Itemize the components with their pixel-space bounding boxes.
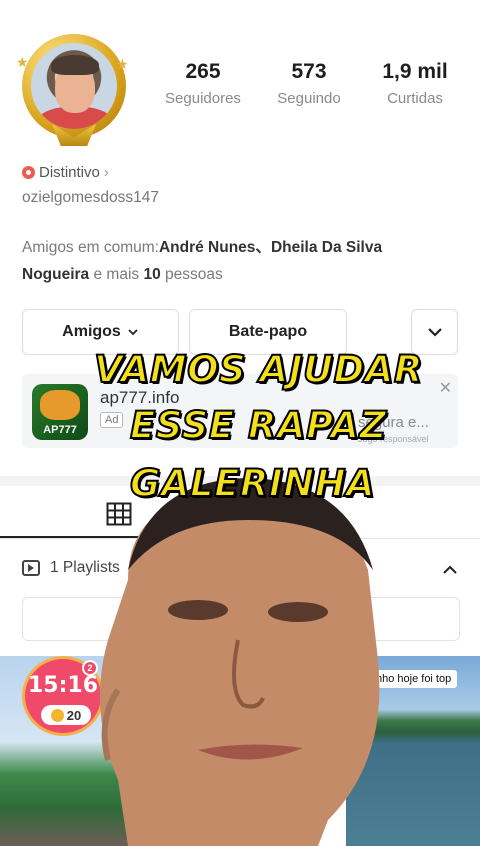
stat-value: 573 xyxy=(291,60,327,83)
mutual-prefix: Amigos em comum: xyxy=(22,239,159,256)
profile-stats: 265 Seguidores 573 Seguindo 1,9 mil Curt… xyxy=(150,58,468,107)
avatar[interactable]: ★ ★ xyxy=(14,28,134,146)
overlay-caption-line: VAMOS AJUDAR xyxy=(93,347,423,392)
username: ozielgomesdoss147 xyxy=(22,189,160,206)
badge-link[interactable]: Distintivo › xyxy=(22,164,109,181)
badge-icon xyxy=(22,166,35,179)
ad-tag: Ad xyxy=(100,412,124,428)
mutual-suffix: pessoas xyxy=(160,266,223,283)
coin-counter: 20 xyxy=(41,705,91,725)
stat-following[interactable]: 573 Seguindo xyxy=(256,58,362,107)
stat-followers[interactable]: 265 Seguidores xyxy=(150,58,256,107)
stat-label: Seguindo xyxy=(277,90,341,107)
mutual-mid: e mais xyxy=(89,266,144,283)
friends-button-label: Amigos xyxy=(62,323,121,340)
tiger-icon xyxy=(40,390,80,420)
stat-label: Curtidas xyxy=(387,90,443,107)
star-icon: ★ xyxy=(16,54,29,70)
mutual-count: 10 xyxy=(143,266,161,283)
coin-icon xyxy=(50,708,64,722)
stat-value: 1,9 mil xyxy=(382,60,448,83)
ad-logo: AP777 xyxy=(32,384,88,440)
stat-label: Seguidores xyxy=(165,90,241,107)
badge-label: Distintivo xyxy=(39,164,100,181)
ad-logo-text: AP777 xyxy=(43,424,77,436)
stat-value: 265 xyxy=(185,60,221,83)
mutual-separator: 、 xyxy=(255,239,271,256)
chevron-right-icon: › xyxy=(103,164,109,181)
chat-button-label: Bate-papo xyxy=(228,323,308,340)
stat-likes[interactable]: 1,9 mil Curtidas xyxy=(362,58,468,107)
mutual-friends[interactable]: Amigos em comum:André Nunes、Dheila Da Si… xyxy=(22,234,442,288)
close-icon[interactable]: ✕ xyxy=(439,378,452,398)
playlist-icon xyxy=(22,560,40,576)
coin-count: 20 xyxy=(66,707,82,723)
chevron-down-icon xyxy=(128,329,138,336)
chevron-up-icon[interactable] xyxy=(440,560,460,580)
chevron-down-icon xyxy=(427,328,442,337)
avatar-hair xyxy=(51,55,99,75)
overlay-caption-line: ESSE RAPAZ xyxy=(129,403,387,448)
profile-page: ★ ★ 265 Seguidores 573 Seguindo 1,9 mil … xyxy=(0,0,480,846)
star-icon: ★ xyxy=(116,56,129,72)
overlay-person-photo xyxy=(100,478,380,846)
mutual-name: André Nunes xyxy=(158,239,256,256)
avatar-photo xyxy=(31,43,117,129)
overlay-caption-line: GALERINHA xyxy=(129,461,376,506)
